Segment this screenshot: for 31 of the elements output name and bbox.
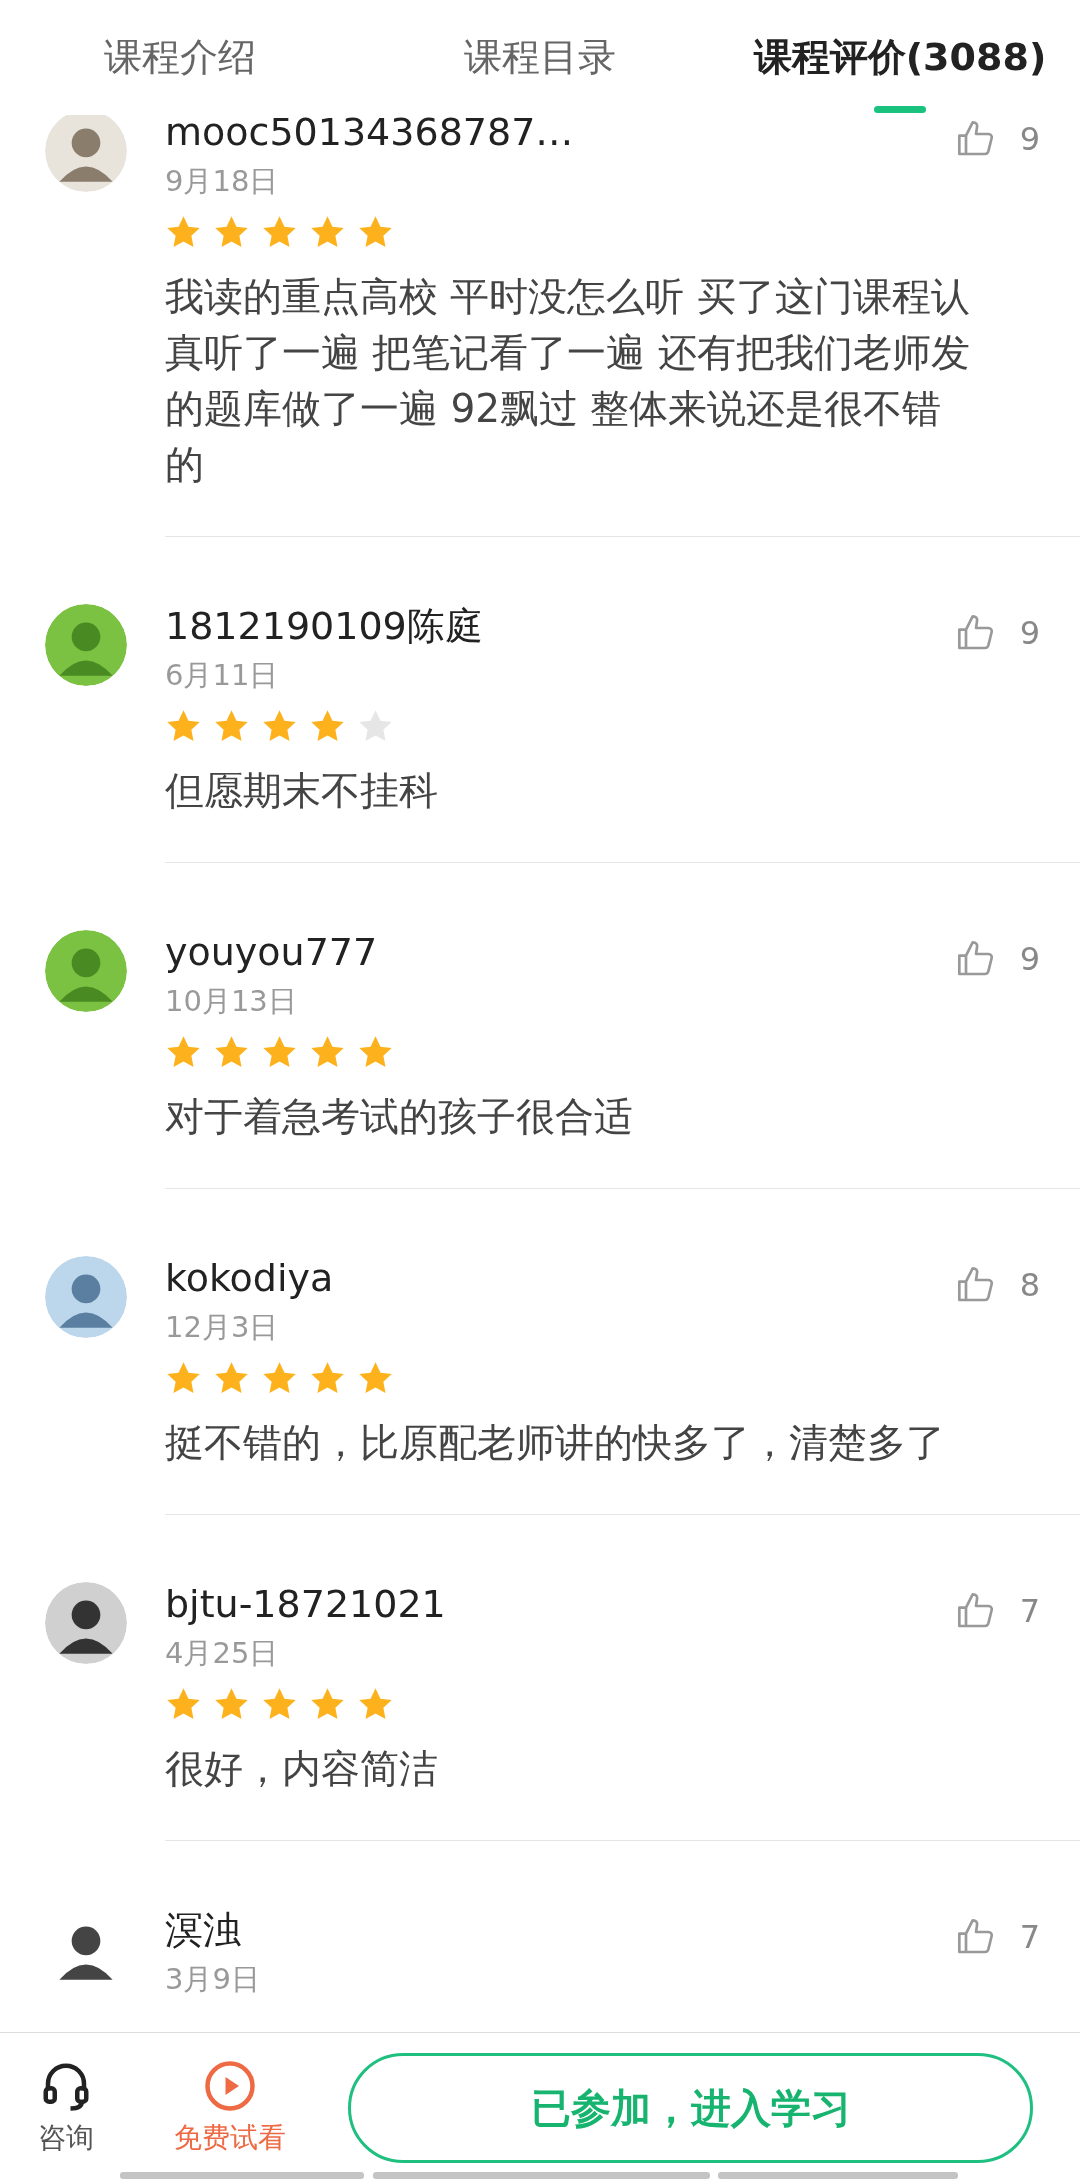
avatar-icon [45,604,127,686]
tab-indicator [874,106,926,113]
review-date: 3月9日 [165,1961,261,1998]
review-text: 但愿期末不挂科 [165,767,439,815]
like-count: 7 [1019,1592,1040,1630]
review-text: 我读的重点高校 平时没怎么听 买了这门课程认真听了一遍 把笔记看了一遍 还有把我们老师发的题库做了一遍 92飘过 整体来说还是很不错的 [165,273,971,489]
like-count: 8 [1019,1266,1040,1304]
username: 1812190109陈庭 [165,604,483,648]
avatar-icon [45,1256,127,1338]
like-count: 9 [1019,614,1040,652]
review-date: 4月25日 [165,1635,280,1672]
review-date: 10月13日 [165,983,298,1020]
review-text: 挺不错的，比原配老师讲的快多了，清楚多了 [165,1419,946,1467]
play-icon [203,2059,257,2113]
review-text: 很好，内容简洁 [165,1745,439,1793]
free-trial-button[interactable]: 免费试看 [174,2059,286,2157]
review-text: 对于着急考试的孩子很合适 [165,1093,634,1141]
username: kokodiya [165,1256,334,1300]
like-count: 9 [1019,120,1040,158]
like-count: 9 [1019,940,1040,978]
username: bjtu-18721021 [165,1582,446,1626]
review-date: 12月3日 [165,1309,280,1346]
username: 溟浊 [165,1908,241,1952]
tab[interactable]: 课程评价(3088) [720,0,1080,115]
username: youyou777 [165,930,378,974]
review-date: 6月11日 [165,657,280,694]
avatar-icon [45,930,127,1012]
consult-button[interactable]: 咨询 [38,2059,94,2157]
like-count: 7 [1019,1918,1040,1956]
review-date: 9月18日 [165,163,280,200]
avatar-icon [45,1582,127,1664]
